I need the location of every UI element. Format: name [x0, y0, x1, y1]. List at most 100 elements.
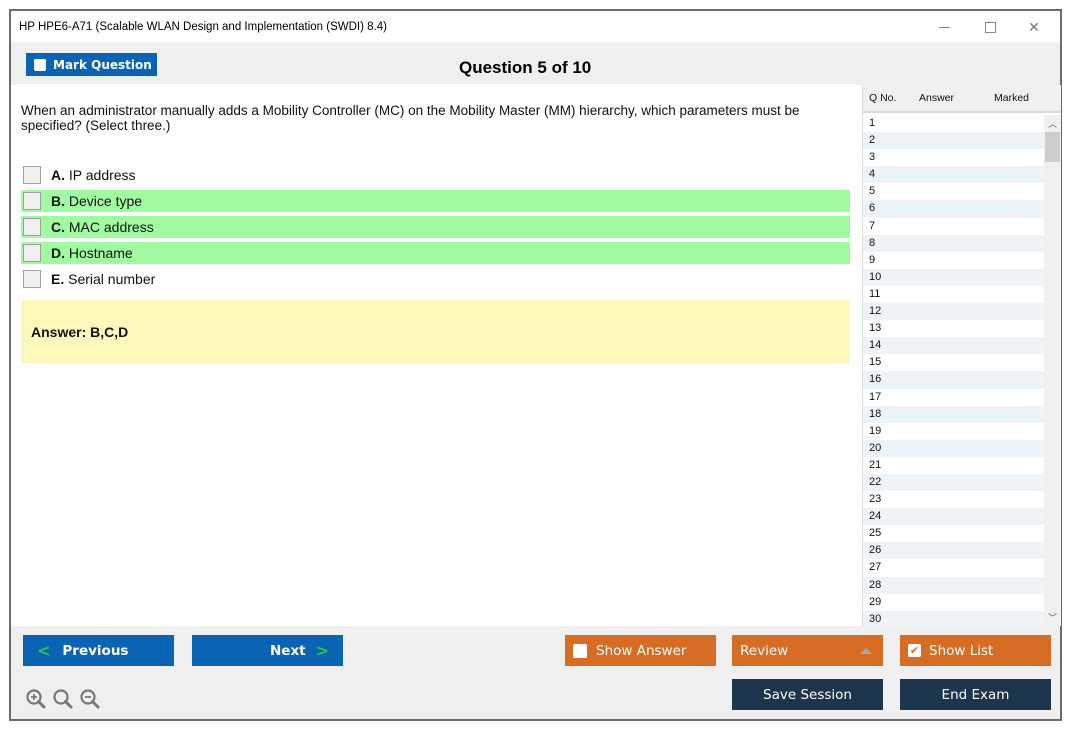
- question-list-row[interactable]: 18: [863, 405, 1044, 423]
- show-list-label: Show List: [929, 642, 994, 659]
- show-answer-label: Show Answer: [596, 642, 687, 659]
- option-text: Serial number: [64, 271, 156, 287]
- mark-question-label: Mark Question: [53, 57, 152, 72]
- question-list-row[interactable]: 3: [863, 149, 1044, 166]
- option-label: B. Device type: [51, 193, 142, 209]
- chevron-up-icon: ︿: [1047, 119, 1057, 129]
- checkbox-icon: [34, 58, 46, 71]
- zoom-out-icon[interactable]: [79, 688, 101, 710]
- scroll-down-button[interactable]: ﹀: [1044, 609, 1061, 626]
- question-list-row[interactable]: 27: [863, 559, 1044, 576]
- question-list-row[interactable]: 10: [863, 268, 1044, 286]
- question-list-row[interactable]: 7: [863, 218, 1044, 235]
- question-panel: When an administrator manually adds a Mo…: [11, 85, 861, 626]
- maximize-button[interactable]: [970, 15, 1010, 39]
- question-list-row[interactable]: 11: [863, 286, 1044, 303]
- option-a[interactable]: A. IP address: [21, 164, 850, 186]
- option-text: Hostname: [65, 245, 133, 261]
- question-list-row[interactable]: 23: [863, 491, 1044, 508]
- question-list-scrollbar[interactable]: ︿ ﹀: [1044, 115, 1061, 626]
- question-list-row[interactable]: 8: [863, 234, 1044, 252]
- question-list-row[interactable]: 13: [863, 320, 1044, 337]
- next-button[interactable]: Next >: [192, 635, 343, 666]
- dropdown-arrow-icon: [860, 648, 872, 654]
- option-c[interactable]: C. MAC address: [21, 216, 850, 238]
- mark-question-button[interactable]: Mark Question: [26, 53, 157, 76]
- show-list-toggle[interactable]: ✔ Show List: [900, 635, 1051, 666]
- column-header-marked[interactable]: Marked: [994, 92, 1054, 104]
- review-label: Review: [740, 642, 789, 659]
- column-header-qno[interactable]: Q No.: [863, 92, 919, 104]
- question-list-row[interactable]: 22: [863, 473, 1044, 492]
- question-list-row[interactable]: 9: [863, 252, 1044, 269]
- save-session-button[interactable]: Save Session: [732, 679, 883, 710]
- question-list-row[interactable]: 19: [863, 423, 1044, 440]
- question-list-row[interactable]: 1: [863, 115, 1044, 132]
- maximize-icon: [984, 21, 996, 33]
- option-label: D. Hostname: [51, 245, 133, 261]
- option-text: MAC address: [65, 219, 154, 235]
- question-list-row[interactable]: 12: [863, 303, 1044, 321]
- question-list-row[interactable]: 6: [863, 200, 1044, 218]
- question-list-row[interactable]: 5: [863, 183, 1044, 200]
- option-letter: C.: [51, 219, 65, 235]
- question-list-row[interactable]: 16: [863, 371, 1044, 389]
- option-letter: D.: [51, 245, 65, 261]
- column-header-answer[interactable]: Answer: [919, 92, 994, 104]
- minimize-button[interactable]: [924, 15, 964, 39]
- question-text: When an administrator manually adds a Mo…: [21, 103, 800, 133]
- question-list-row[interactable]: 30: [863, 610, 1044, 626]
- minimize-icon: [938, 26, 950, 28]
- question-list-row[interactable]: 15: [863, 354, 1044, 371]
- option-checkbox[interactable]: [23, 270, 41, 288]
- zoom-controls: [25, 688, 101, 710]
- option-text: Device type: [65, 193, 143, 209]
- question-list-row[interactable]: 28: [863, 576, 1044, 594]
- question-list-row[interactable]: 4: [863, 166, 1044, 184]
- option-letter: B.: [51, 193, 65, 209]
- option-letter: A.: [51, 167, 65, 183]
- option-label: E. Serial number: [51, 271, 155, 287]
- question-list: Q No. Answer Marked 1 2 3 4 5 6 7 8 9 10 11 12 13 14 1…: [862, 85, 1061, 626]
- next-label: Next: [270, 642, 306, 659]
- option-checkbox[interactable]: [23, 244, 41, 262]
- previous-button[interactable]: < Previous: [23, 635, 174, 666]
- question-list-row[interactable]: 17: [863, 389, 1044, 406]
- show-answer-toggle[interactable]: Show Answer: [565, 635, 716, 666]
- title-bar: HP HPE6-A71 (Scalable WLAN Design and Im…: [11, 11, 1060, 42]
- option-checkbox[interactable]: [23, 166, 41, 184]
- question-counter: Question 5 of 10: [459, 58, 592, 77]
- option-d[interactable]: D. Hostname: [21, 242, 850, 264]
- question-list-row[interactable]: 24: [863, 508, 1044, 526]
- end-exam-button[interactable]: End Exam: [900, 679, 1051, 710]
- app-window: HP HPE6-A71 (Scalable WLAN Design and Im…: [9, 9, 1062, 721]
- option-letter: E.: [51, 271, 65, 287]
- zoom-reset-icon[interactable]: [52, 688, 74, 710]
- answer-text: Answer: B,C,D: [31, 324, 129, 340]
- question-list-row[interactable]: 26: [863, 542, 1044, 560]
- option-e[interactable]: E. Serial number: [21, 268, 850, 290]
- review-dropdown[interactable]: Review: [732, 635, 883, 666]
- question-list-row[interactable]: 21: [863, 457, 1044, 474]
- chevron-down-icon: ﹀: [1047, 613, 1057, 623]
- zoom-in-icon[interactable]: [25, 688, 47, 710]
- question-list-row[interactable]: 2: [863, 132, 1044, 150]
- option-b[interactable]: B. Device type: [21, 190, 850, 212]
- scroll-up-button[interactable]: ︿: [1044, 115, 1061, 132]
- question-list-row[interactable]: 14: [863, 337, 1044, 355]
- checkbox-checked-icon: ✔: [908, 644, 921, 657]
- option-checkbox[interactable]: [23, 192, 41, 210]
- question-list-row[interactable]: 20: [863, 439, 1044, 457]
- save-session-label: Save Session: [763, 686, 852, 703]
- chevron-right-icon: >: [315, 641, 330, 660]
- option-label: C. MAC address: [51, 219, 154, 235]
- option-text: IP address: [65, 167, 136, 183]
- option-checkbox[interactable]: [23, 218, 41, 236]
- question-list-row[interactable]: 25: [863, 525, 1044, 542]
- window-title: HP HPE6-A71 (Scalable WLAN Design and Im…: [19, 21, 387, 33]
- checkbox-icon: [573, 643, 587, 658]
- chevron-left-icon: <: [37, 641, 51, 660]
- scrollbar-thumb[interactable]: [1045, 132, 1060, 162]
- close-button[interactable]: ✕: [1014, 15, 1054, 39]
- question-list-row[interactable]: 29: [863, 594, 1044, 611]
